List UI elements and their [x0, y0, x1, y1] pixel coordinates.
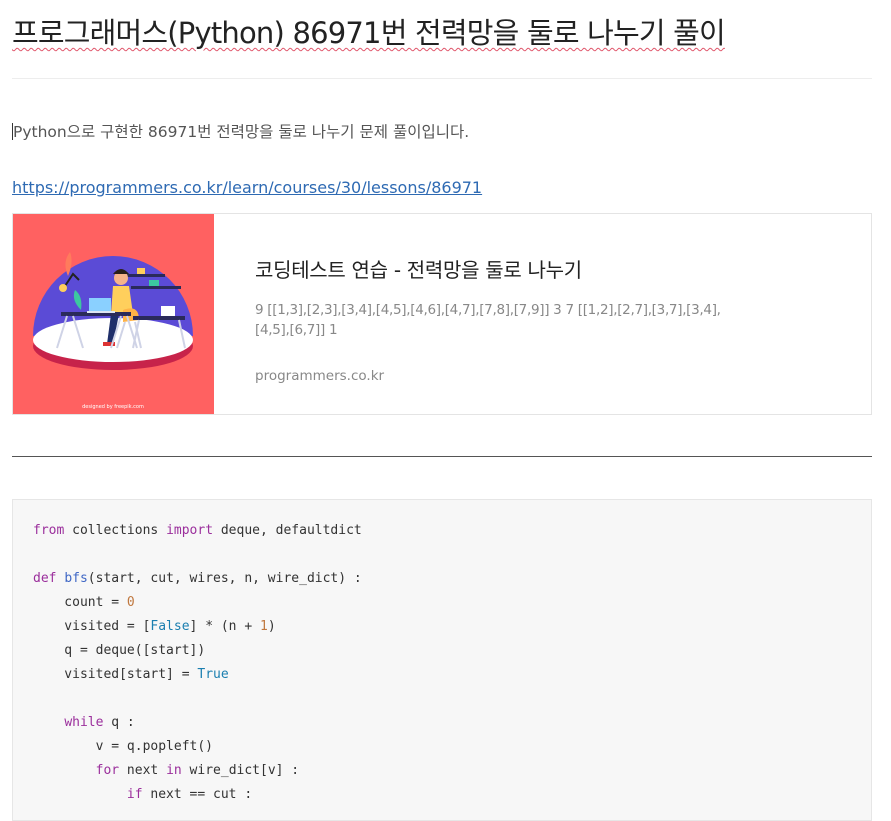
card-title: 코딩테스트 연습 - 전력망을 둘로 나누기	[255, 258, 582, 282]
card-domain: programmers.co.kr	[255, 368, 385, 384]
code-line: visited[start] = True	[33, 666, 229, 684]
card-thumbnail: designed by freepik.com	[13, 214, 214, 414]
code-token: visited = [	[33, 619, 151, 634]
code-token: deque, defaultdict	[213, 523, 362, 538]
code-line: def bfs(start, cut, wires, n, wire_dict)…	[33, 570, 362, 588]
code-line: while q :	[33, 714, 135, 732]
code-token: 1	[260, 619, 268, 634]
code-token: bfs	[64, 571, 88, 586]
code-token: in	[166, 763, 182, 778]
horizontal-rule	[12, 456, 872, 457]
code-line: from collections import deque, defaultdi…	[33, 522, 362, 540]
title-divider	[12, 78, 872, 79]
code-block[interactable]: from collections import deque, defaultdi…	[12, 499, 872, 821]
code-token: v = q.popleft()	[33, 739, 214, 754]
code-token: q = deque([start])	[33, 643, 206, 658]
code-line: count = 0	[33, 594, 135, 612]
code-token: from	[33, 523, 65, 538]
code-token: wire_dict[v] :	[181, 763, 300, 778]
code-token: q :	[103, 715, 135, 730]
code-token: (start, cut, wires, n, wire_dict) :	[87, 571, 362, 586]
code-token: import	[166, 523, 214, 538]
code-token: ] * (n +	[189, 619, 260, 634]
problem-link[interactable]: https://programmers.co.kr/learn/courses/…	[12, 178, 482, 197]
code-line: visited = [False] * (n + 1)	[33, 618, 276, 636]
code-line: for next in wire_dict[v] :	[33, 762, 300, 780]
programmer-illustration: designed by freepik.com	[33, 252, 193, 410]
code-token: )	[267, 619, 276, 634]
intro-text: Python으로 구현한 86971번 전력망을 둘로 나누기 문제 풀이입니다…	[13, 123, 470, 141]
code-token: collections	[64, 523, 167, 538]
code-token: for	[95, 763, 120, 778]
card-description: 9 [[1,3],[2,3],[3,4],[4,5],[4,6],[4,7],[…	[255, 302, 721, 338]
code-token: False	[150, 619, 190, 634]
code-token: count =	[33, 595, 127, 610]
code-line: v = q.popleft()	[33, 738, 213, 756]
code-token: True	[197, 667, 229, 682]
code-token: next == cut :	[142, 787, 253, 802]
post-title: 프로그래머스(Python) 86971번 전력망을 둘로 나누기 풀이	[12, 10, 726, 52]
code-line: q = deque([start])	[33, 642, 205, 660]
code-line: if next == cut :	[33, 786, 252, 804]
thumbnail-credit: designed by freepik.com	[82, 404, 144, 410]
code-token: if	[126, 787, 143, 802]
code-token: next	[119, 763, 167, 778]
code-token: def	[33, 571, 57, 586]
link-preview-card[interactable]: designed by freepik.com 코딩테스트 연습 - 전력망을 …	[12, 213, 872, 415]
intro-paragraph[interactable]: Python으로 구현한 86971번 전력망을 둘로 나누기 문제 풀이입니다…	[12, 120, 469, 142]
code-token: visited[start] =	[33, 667, 198, 682]
code-token: 0	[126, 595, 135, 610]
code-token: while	[64, 715, 104, 730]
post-title-text: 프로그래머스(Python) 86971번 전력망을 둘로 나누기 풀이	[12, 16, 726, 50]
